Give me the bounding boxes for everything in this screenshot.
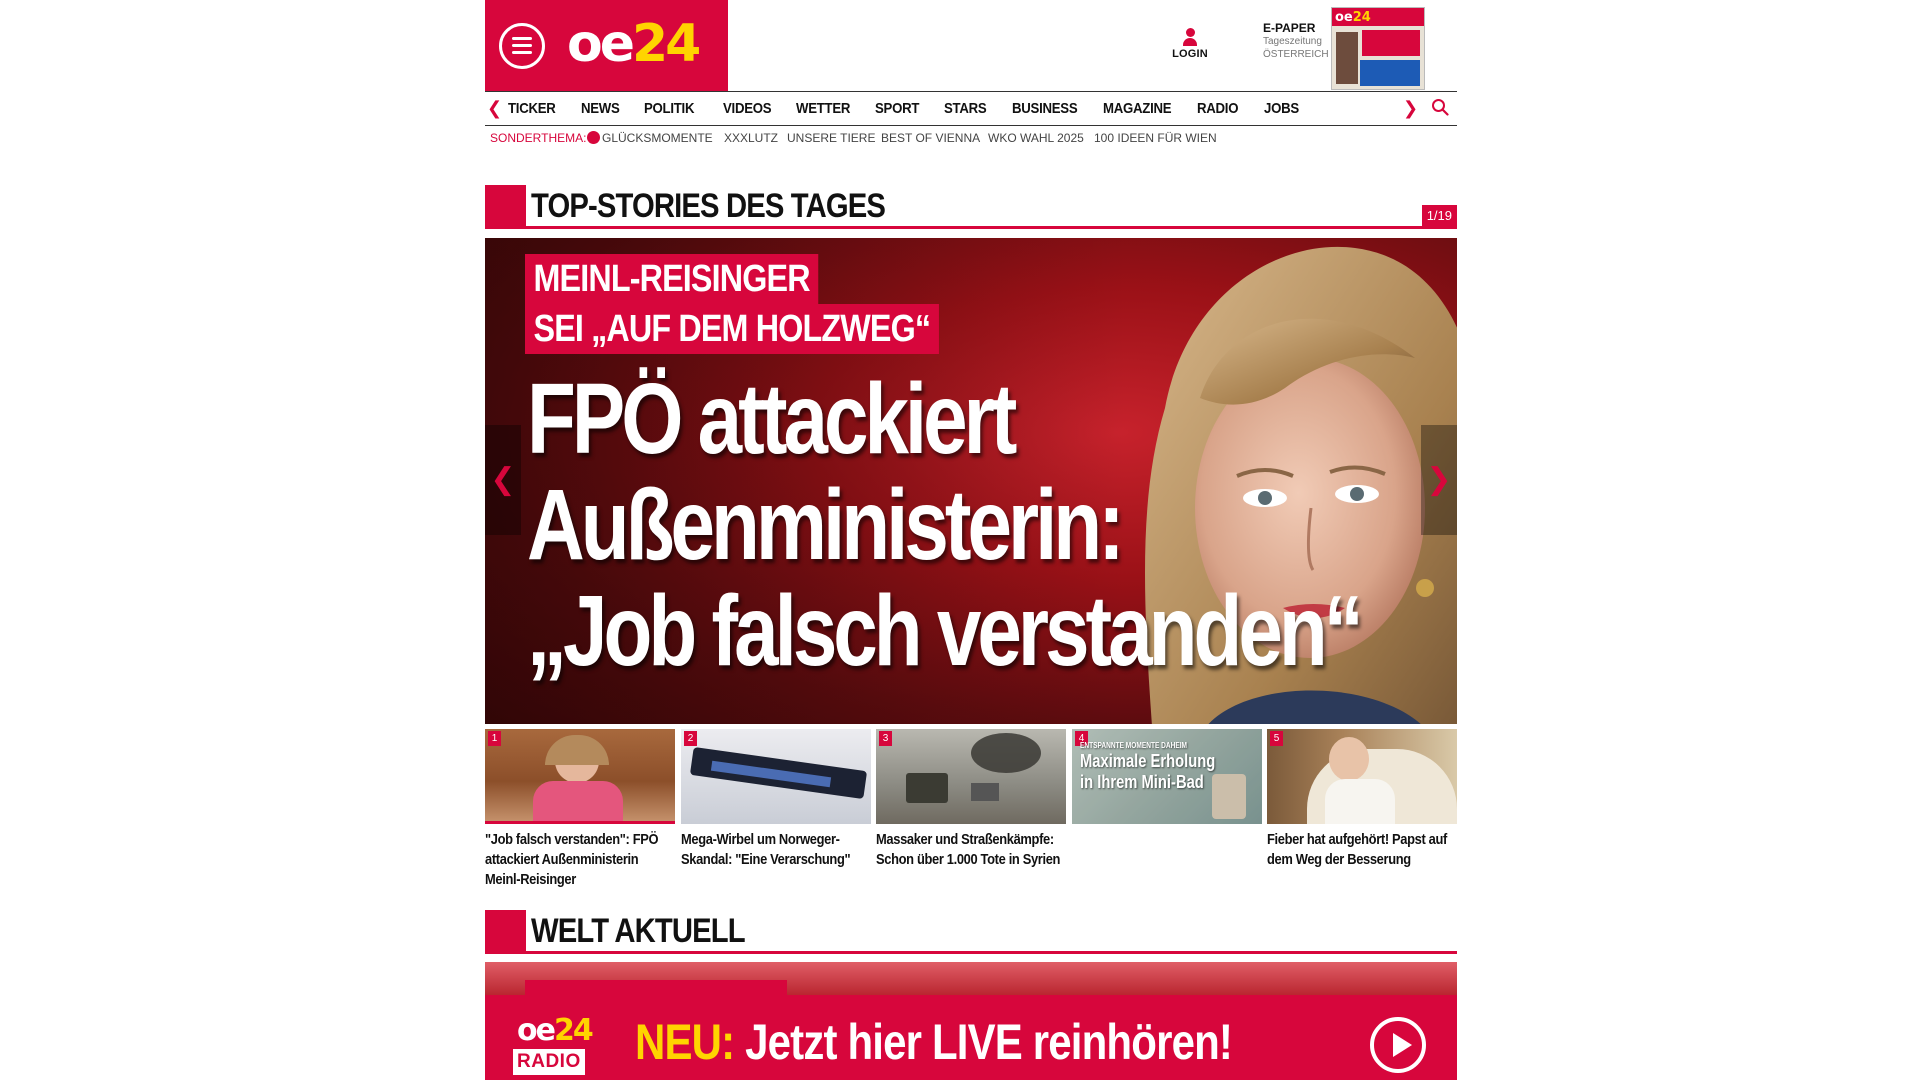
login-label: LOGIN <box>1172 48 1208 60</box>
story-rank: 1 <box>488 731 501 746</box>
section-title: WELT AKTUELL <box>531 912 746 950</box>
story-card[interactable]: 5 Fieber hat aufgehört! Papst auf dem We… <box>1267 729 1457 870</box>
hero-headline-line1: FPÖ attackiert <box>527 363 1017 475</box>
heart-icon <box>587 131 601 144</box>
radio-live-banner[interactable]: oe24 RADIO NEU: Jetzt hier LIVE reinhöre… <box>485 995 1457 1080</box>
hamburger-menu-icon[interactable] <box>499 23 545 69</box>
story-image: 2 <box>681 729 871 824</box>
nav-item-radio[interactable]: RADIO <box>1197 100 1238 117</box>
story-caption[interactable]: "Job falsch verstanden": FPÖ attackiert … <box>485 830 676 890</box>
brand-header: oe24 <box>485 0 728 91</box>
site-logo[interactable]: oe24 <box>567 12 701 76</box>
slide-counter: 1/19 <box>1421 205 1457 227</box>
radio-logo-label: RADIO <box>513 1049 585 1075</box>
epaper-cover-image[interactable]: oe24 <box>1331 7 1425 90</box>
hero-headline: FPÖ attackiert Außenministerin: „Job fal… <box>527 363 1364 687</box>
nav-item-wetter[interactable]: WETTER <box>796 100 850 117</box>
nav-item-sport[interactable]: SPORT <box>875 100 919 117</box>
story-caption[interactable]: Fieber hat aufgehört! Papst auf dem Weg … <box>1267 830 1458 870</box>
search-icon[interactable] <box>1431 98 1449 116</box>
story-overlay-text: ENTSPANNTE MOMENTE DAHEIM Maximale Erhol… <box>1080 741 1216 792</box>
hero-kicker-line1: MEINL-REISINGER <box>525 254 819 304</box>
radio-logo: oe24 RADIO <box>513 1013 603 1077</box>
nav-prev-icon[interactable]: ❮ <box>487 98 502 119</box>
welt-aktuell-heading: WELT AKTUELL <box>485 910 1457 954</box>
main-navigation: ❮ TICKER NEWS POLITIK VIDEOS WETTER SPOR… <box>485 91 1457 126</box>
radio-new-label: NEU: <box>635 1014 735 1070</box>
nav-item-ticker[interactable]: TICKER <box>508 100 556 117</box>
nav-item-news[interactable]: NEWS <box>581 100 620 117</box>
story-card[interactable]: 3 Massaker und Straßenkämpfe: Schon über… <box>876 729 1066 870</box>
hero-next-icon[interactable]: ❯ <box>1421 425 1457 535</box>
special-topic-wko-wahl[interactable]: WKO WAHL 2025 <box>988 131 1084 145</box>
nav-item-videos[interactable]: VIDEOS <box>723 100 772 117</box>
epaper-publication: ÖSTERREICH <box>1263 49 1329 60</box>
hero-headline-line3: „Job falsch verstanden“ <box>527 575 1364 687</box>
story-rank: 2 <box>684 731 697 746</box>
epaper-title: E-PAPER <box>1263 21 1316 35</box>
special-topic-100-ideen[interactable]: 100 IDEEN FÜR WIEN <box>1094 131 1217 145</box>
radio-banner-text: NEU: Jetzt hier LIVE reinhören! <box>635 1013 1233 1071</box>
story-caption[interactable]: Massaker und Straßenkämpfe: Schon über 1… <box>876 830 1067 870</box>
nav-item-politik[interactable]: POLITIK <box>644 100 694 117</box>
story-card[interactable]: 2 Mega-Wirbel um Norweger-Skandal: "Eine… <box>681 729 871 870</box>
section-title: TOP-STORIES DES TAGES <box>531 187 886 225</box>
story-rank: 5 <box>1270 731 1283 746</box>
story-image: 3 <box>876 729 1066 824</box>
epaper-link[interactable]: E-PAPER Tageszeitung ÖSTERREICH <box>1263 21 1329 61</box>
hero-prev-icon[interactable]: ❮ <box>485 425 521 535</box>
hero-kicker: MEINL-REISINGER SEI „AUF DEM HOLZWEG“ <box>525 254 1012 354</box>
top-stories-heading: TOP-STORIES DES TAGES 1/19 <box>485 185 1457 229</box>
story-image: 5 <box>1267 729 1457 824</box>
nav-item-jobs[interactable]: JOBS <box>1264 100 1299 117</box>
special-topics-bar: SONDERTHEMA: GLÜCKSMOMENTE XXXLUTZ UNSER… <box>490 131 1217 147</box>
story-rank: 3 <box>879 731 892 746</box>
story-caption[interactable]: Mega-Wirbel um Norweger-Skandal: "Eine V… <box>681 830 872 870</box>
user-icon <box>1183 28 1197 48</box>
hero-story[interactable]: MEINL-REISINGER SEI „AUF DEM HOLZWEG“ FP… <box>485 238 1457 724</box>
story-card[interactable]: 4 ENTSPANNTE MOMENTE DAHEIM Maximale Erh… <box>1072 729 1262 830</box>
nav-next-icon[interactable]: ❯ <box>1403 98 1418 119</box>
nav-item-magazine[interactable]: MAGAZINE <box>1103 100 1172 117</box>
special-topic-unsere-tiere[interactable]: UNSERE TIERE <box>787 131 875 145</box>
hero-kicker-line2: SEI „AUF DEM HOLZWEG“ <box>525 304 939 354</box>
special-topic-best-of-vienna[interactable]: BEST OF VIENNA <box>881 131 980 145</box>
special-topic-gluecksmomente[interactable]: GLÜCKSMOMENTE <box>602 131 713 145</box>
login-button[interactable]: LOGIN <box>1165 28 1215 60</box>
play-icon[interactable] <box>1370 1017 1426 1073</box>
nav-item-business[interactable]: BUSINESS <box>1012 100 1078 117</box>
story-card[interactable]: 1 "Job falsch verstanden": FPÖ attackier… <box>485 729 675 890</box>
epaper-subtitle: Tageszeitung <box>1263 36 1322 47</box>
special-topic-label: SONDERTHEMA: <box>490 131 587 145</box>
top-stories-thumbnails: 1 "Job falsch verstanden": FPÖ attackier… <box>485 729 1457 899</box>
story-image: 1 <box>485 729 675 824</box>
special-topic-xxxlutz[interactable]: XXXLUTZ <box>724 131 778 145</box>
radio-cta-text: Jetzt hier LIVE reinhören! <box>734 1014 1233 1070</box>
page: oe24 LOGIN E-PAPER Tageszeitung ÖSTERREI… <box>485 0 1457 1080</box>
hero-headline-line2: Außenministerin: <box>527 469 1125 581</box>
story-image: 4 ENTSPANNTE MOMENTE DAHEIM Maximale Erh… <box>1072 729 1262 824</box>
nav-item-stars[interactable]: STARS <box>944 100 987 117</box>
